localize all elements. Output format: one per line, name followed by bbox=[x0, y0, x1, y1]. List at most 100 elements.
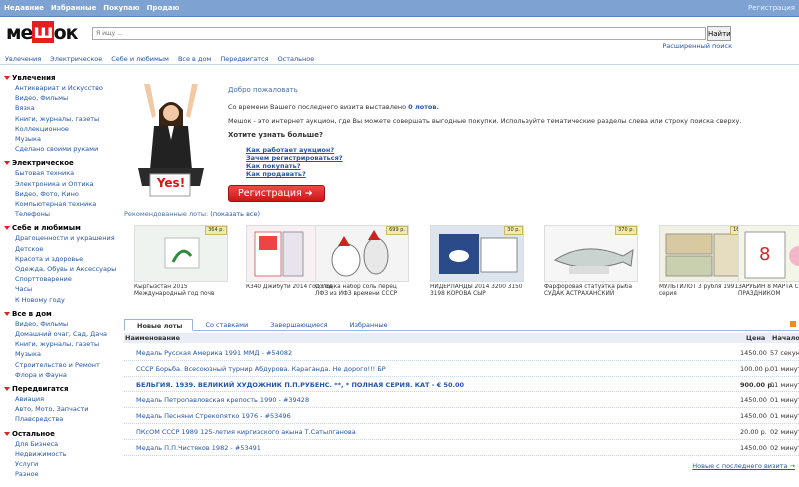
lot-title-link[interactable]: ПКсОМ СССР 1989 125-летия киргизского ак… bbox=[136, 428, 356, 436]
tab-ending[interactable]: Завершающиеся bbox=[258, 319, 337, 330]
sidebar-item[interactable]: Компьютерная техника bbox=[4, 199, 116, 209]
sidebar-item[interactable]: Строительство и Ремонт bbox=[4, 360, 116, 370]
lot-title-link[interactable]: Медаль Петропавловская крепость 1990 - #… bbox=[136, 396, 309, 404]
cat-hobbies[interactable]: Увлечения bbox=[0, 52, 45, 64]
sidebar-item[interactable]: Часы bbox=[4, 284, 116, 294]
cat-electrical[interactable]: Электрическое bbox=[45, 52, 106, 64]
register-link[interactable]: Регистрация bbox=[748, 4, 795, 12]
lot-caption[interactable]: Кыргызстан 2015 Международный год почв bbox=[134, 284, 228, 298]
lot-caption[interactable]: ЗАРУБИН 8 МАРТА С ПРАЗДНИКОМ bbox=[738, 284, 799, 298]
site-logo[interactable]: мешок bbox=[6, 20, 86, 46]
lot-image[interactable]: 364 р. bbox=[134, 225, 228, 282]
search-button[interactable]: Найти bbox=[707, 26, 731, 41]
sidebar-item[interactable]: Бытовая техника bbox=[4, 168, 116, 178]
show-all-link[interactable]: (показать все) bbox=[210, 210, 260, 218]
sidebar-item[interactable]: Книги, журналы, газеты bbox=[4, 114, 116, 124]
advanced-search-link[interactable]: Расширенный поиск bbox=[662, 42, 732, 50]
sidebar-item[interactable]: Видео, Фильмы bbox=[4, 93, 116, 103]
sidebar-item[interactable]: Музыка bbox=[4, 349, 116, 359]
col-start[interactable]: Начало bbox=[772, 334, 799, 342]
search-input[interactable] bbox=[92, 27, 706, 40]
cat-self[interactable]: Себе и любимым bbox=[106, 52, 173, 64]
lot-title-link[interactable]: БЕЛЬГИЯ. 1939. ВЕЛИКИЙ ХУДОЖНИК П.П.РУБЕ… bbox=[136, 381, 464, 389]
lot-title-link[interactable]: Медаль П.П.Чистяков 1982 - #53491 bbox=[136, 444, 261, 452]
lot-caption[interactable]: Солонка набор соль перец ЛФЗ из ИФЗ врем… bbox=[315, 284, 409, 298]
sidebar-group-title[interactable]: Электрическое bbox=[4, 158, 116, 168]
sidebar-item[interactable]: Видео, Фильмы bbox=[4, 319, 116, 329]
lot-card[interactable]: 370 р. Фарфоровая статуэтка рыба СУДАК АС… bbox=[544, 225, 638, 298]
sidebar-group-title[interactable]: Передвигатся bbox=[4, 384, 116, 394]
sidebar-item[interactable]: Для Бизнеса bbox=[4, 439, 116, 449]
sidebar-group-title[interactable]: Остальное bbox=[4, 429, 116, 439]
since-count[interactable]: 0 лотов. bbox=[408, 103, 439, 111]
cat-transport[interactable]: Передвигатся bbox=[215, 52, 272, 64]
sidebar-item[interactable]: Одежда, Обувь и Аксессуары bbox=[4, 264, 116, 274]
col-name[interactable]: Наименование bbox=[125, 334, 180, 342]
lot-image[interactable]: 699 р. bbox=[315, 225, 409, 282]
lot-image[interactable]: 370 р. bbox=[544, 225, 638, 282]
lot-price-cell: 20.00 р. bbox=[740, 427, 767, 436]
lot-card[interactable]: 30 р. НИДЕРЛАНДЫ 2014 3200 3150 3198 КОРО… bbox=[430, 225, 524, 298]
top-link-recent[interactable]: Недавние bbox=[4, 4, 44, 12]
sidebar-item[interactable]: Видео, Фото, Кино bbox=[4, 189, 116, 199]
sidebar-item[interactable]: Коллекционное bbox=[4, 124, 116, 134]
lot-image[interactable]: 8169 р. bbox=[738, 225, 799, 282]
lot-time-cell: 01 минута bbox=[770, 364, 799, 373]
sidebar-item[interactable]: Телефоны bbox=[4, 209, 116, 219]
sidebar-group-title[interactable]: Увлечения bbox=[4, 73, 116, 83]
sidebar-item[interactable]: Красота и здоровье bbox=[4, 254, 116, 264]
sidebar-item[interactable]: Услуги bbox=[4, 459, 116, 469]
top-link-buying[interactable]: Покупаю bbox=[103, 4, 139, 12]
sidebar-group-title[interactable]: Все в дом bbox=[4, 309, 116, 319]
sidebar-item[interactable]: Флора и Фауна bbox=[4, 370, 116, 380]
sidebar-item[interactable]: Вязка bbox=[4, 103, 116, 113]
faq-how-auction[interactable]: Как работает аукцион? bbox=[246, 146, 343, 154]
triangle-down-icon bbox=[4, 76, 10, 80]
tab-favorites[interactable]: Избранные bbox=[338, 319, 398, 330]
top-link-favorites[interactable]: Избранные bbox=[51, 4, 96, 12]
sidebar-item[interactable]: Антиквариат и Искусство bbox=[4, 83, 116, 93]
lot-image[interactable]: 30 р. bbox=[430, 225, 524, 282]
sidebar-item[interactable]: Спорттоварение bbox=[4, 274, 116, 284]
sidebar-item[interactable]: Разное bbox=[4, 469, 116, 479]
sidebar-item[interactable]: Электроника и Оптика bbox=[4, 179, 116, 189]
lot-time-cell: 01 минута bbox=[770, 380, 799, 389]
sidebar-item[interactable]: К Новому году bbox=[4, 295, 116, 305]
sidebar-item[interactable]: Драгоценности и украшения bbox=[4, 233, 116, 243]
lot-title-link[interactable]: Медаль Песняни Стрекопятко 1976 - #53496 bbox=[136, 412, 291, 420]
lot-caption[interactable]: НИДЕРЛАНДЫ 2014 3200 3150 3198 КОРОВА СЫ… bbox=[430, 284, 524, 298]
faq-why-register[interactable]: Зачем регистрироваться? bbox=[246, 154, 343, 162]
new-since-visit-link[interactable]: Новые с последнего визита → bbox=[692, 462, 795, 470]
sidebar-item[interactable]: Плавсредства bbox=[4, 414, 116, 424]
register-button[interactable]: Регистрация ➜ bbox=[228, 185, 325, 202]
sidebar-item[interactable]: Сделано своими руками bbox=[4, 144, 116, 154]
cat-other[interactable]: Остальное bbox=[273, 52, 319, 64]
lot-card[interactable]: 699 р. Солонка набор соль перец ЛФЗ из ИФ… bbox=[315, 225, 409, 298]
sidebar-item[interactable]: Авиация bbox=[4, 394, 116, 404]
tab-with-bids[interactable]: Со ставками bbox=[193, 319, 258, 330]
col-price[interactable]: Цена bbox=[746, 334, 765, 342]
triangle-down-icon bbox=[4, 387, 10, 392]
top-link-selling[interactable]: Продаю bbox=[147, 4, 180, 12]
hero-illustration: Yes! bbox=[134, 82, 208, 198]
cat-home[interactable]: Все в дом bbox=[173, 52, 215, 64]
sidebar-item[interactable]: Книги, журналы, газеты bbox=[4, 339, 116, 349]
sidebar-item[interactable]: Детское bbox=[4, 244, 116, 254]
lot-title-link[interactable]: Медаль Русская Америка 1991 ММД - #54082 bbox=[136, 349, 292, 357]
tab-new-lots[interactable]: Новые лоты bbox=[124, 319, 194, 331]
rss-icon[interactable] bbox=[790, 321, 796, 327]
lot-card[interactable]: 8169 р. ЗАРУБИН 8 МАРТА С ПРАЗДНИКОМ bbox=[738, 225, 799, 298]
lot-tabs: Новые лоты Со ставками Завершающиеся Изб… bbox=[124, 319, 799, 331]
sidebar-item[interactable]: Недвижимость bbox=[4, 449, 116, 459]
lot-title-link[interactable]: СССР Борьба. Всесоюзный турнир Абдурова.… bbox=[136, 365, 386, 373]
sidebar-group-title[interactable]: Себе и любимым bbox=[4, 223, 116, 233]
lot-card[interactable]: 364 р. Кыргызстан 2015 Международный год … bbox=[134, 225, 228, 298]
sidebar-item[interactable]: Музыка bbox=[4, 134, 116, 144]
sidebar-item[interactable]: Домашний очаг, Сад, Дача bbox=[4, 329, 116, 339]
yes-sign: Yes! bbox=[156, 176, 186, 190]
lot-caption[interactable]: Фарфоровая статуэтка рыба СУДАК АСТРАХАН… bbox=[544, 284, 638, 298]
faq-how-buy[interactable]: Как покупать? bbox=[246, 162, 343, 170]
faq-how-sell[interactable]: Как продавать? bbox=[246, 170, 343, 178]
sidebar-group: Электрическое Бытовая техника Электроника … bbox=[4, 158, 116, 219]
sidebar-item[interactable]: Авто, Мото, Запчасти bbox=[4, 404, 116, 414]
